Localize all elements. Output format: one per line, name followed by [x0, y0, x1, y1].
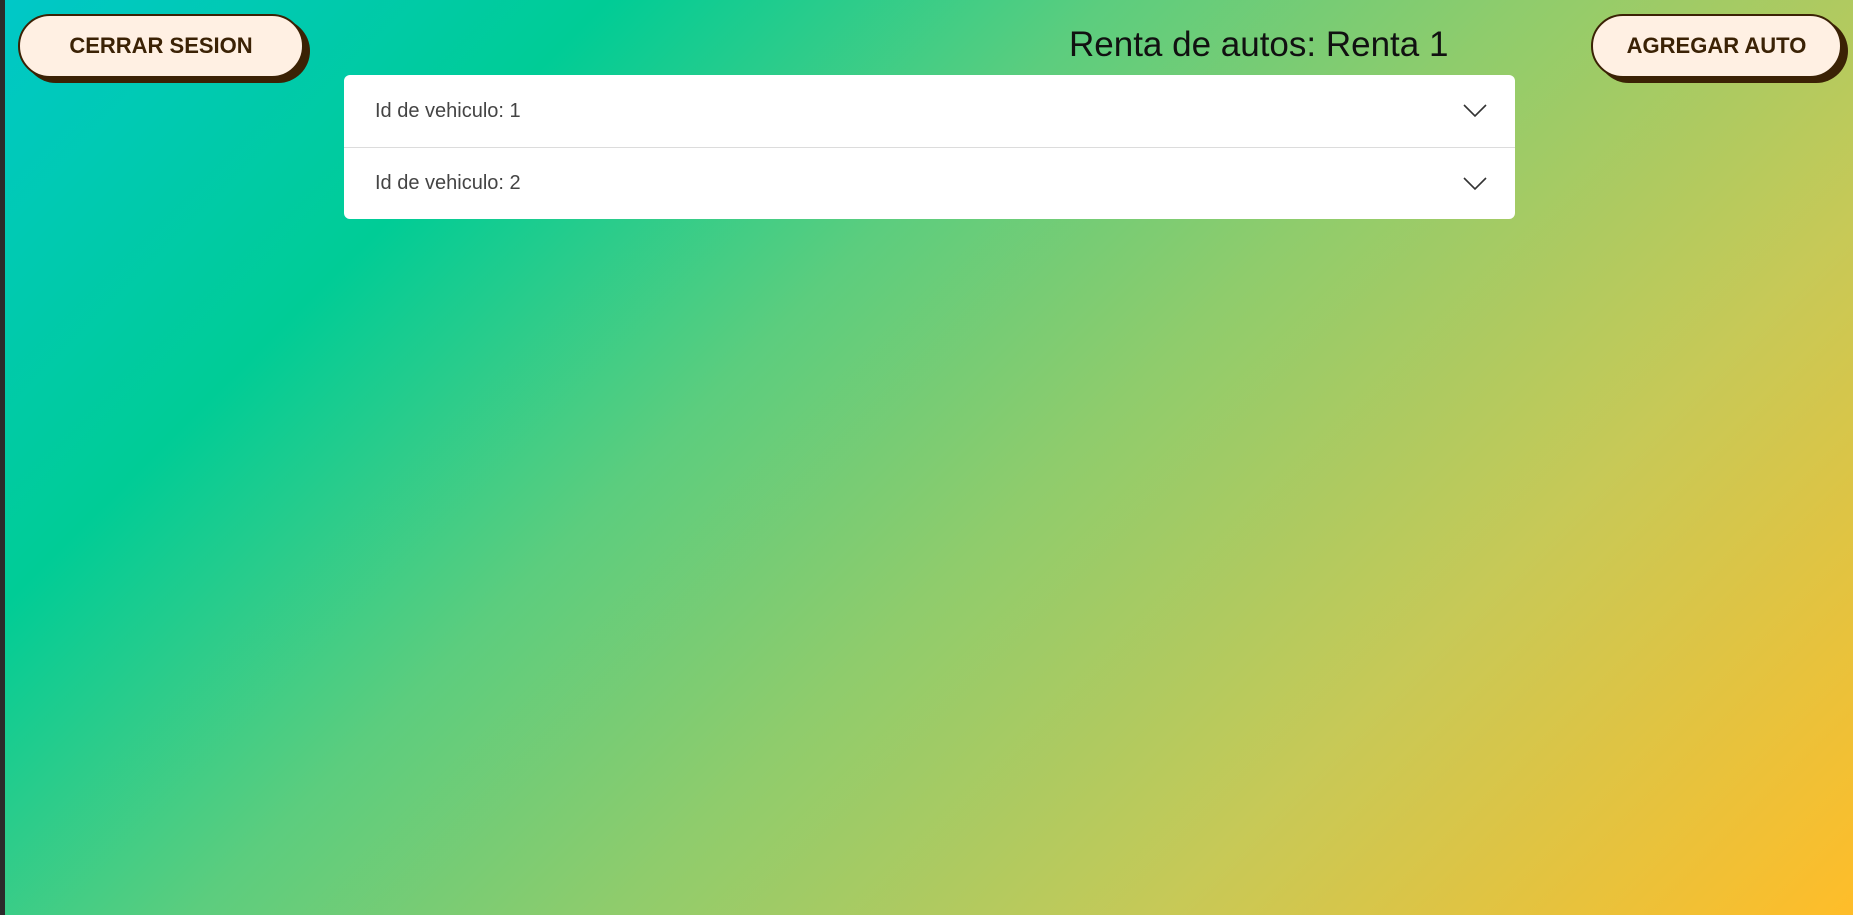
vehicle-id-label: Id de vehiculo: 2: [375, 172, 521, 194]
logout-button[interactable]: CERRAR SESION: [18, 14, 304, 78]
vehicle-accordion-item[interactable]: Id de vehiculo: 2: [344, 147, 1515, 219]
add-car-button[interactable]: AGREGAR AUTO: [1591, 14, 1842, 78]
chevron-down-icon[interactable]: [1463, 176, 1487, 191]
page-title: Renta de autos: Renta 1: [1069, 25, 1449, 64]
vehicle-id-label: Id de vehiculo: 1: [375, 99, 521, 122]
chevron-down-icon[interactable]: [1463, 104, 1487, 118]
vehicle-accordion-item[interactable]: Id de vehiculo: 1: [344, 75, 1515, 147]
vehicle-accordion: Id de vehiculo: 1 Id de vehiculo: 2: [344, 75, 1515, 219]
window-edge: [0, 0, 5, 915]
